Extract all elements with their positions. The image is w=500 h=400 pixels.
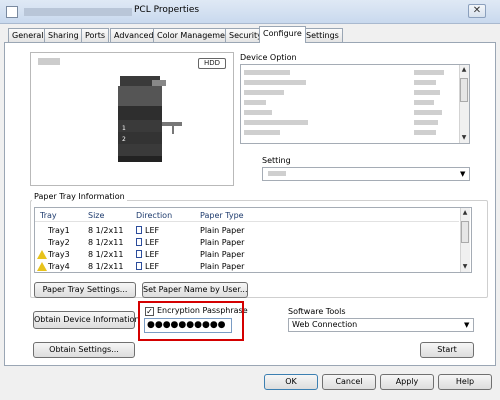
list-item[interactable] [244, 110, 272, 115]
device-option-label: Device Option [240, 53, 297, 62]
highlight-box [138, 301, 244, 341]
list-item-value [414, 110, 442, 115]
list-item[interactable] [244, 120, 308, 125]
list-item-value [414, 90, 440, 95]
list-item-value [414, 120, 438, 125]
paper-tray-group-label: Paper Tray Information [32, 192, 127, 201]
window-title: PCL Properties [134, 5, 200, 15]
paper-direction-icon [136, 262, 142, 270]
tab-ports[interactable]: Ports [81, 28, 110, 42]
warning-icon [37, 250, 47, 259]
chevron-down-icon[interactable]: ▼ [460, 168, 465, 180]
column-header-size[interactable]: Size [88, 211, 104, 220]
table-cell-direction: LEF [145, 226, 160, 235]
table-cell-paper-type: Plain Paper [200, 226, 245, 235]
list-item-value [414, 70, 444, 75]
column-header-paper-type[interactable]: Paper Type [200, 211, 244, 220]
paper-direction-icon [136, 238, 142, 246]
title-printer-name-redacted [24, 8, 132, 16]
tab-configure[interactable]: Configure [259, 26, 306, 43]
table-cell-size: 8 1/2x11 [88, 238, 124, 247]
list-item[interactable] [244, 70, 290, 75]
help-button[interactable]: Help [438, 374, 492, 390]
list-item-value [414, 100, 434, 105]
table-cell-tray[interactable]: Tray4 [48, 262, 70, 271]
list-item-value [414, 80, 436, 85]
paper-direction-icon [136, 250, 142, 258]
table-cell-tray[interactable]: Tray2 [48, 238, 70, 247]
scroll-up-icon[interactable]: ▲ [459, 65, 469, 75]
list-item[interactable] [244, 80, 306, 85]
scroll-down-icon[interactable]: ▼ [459, 133, 469, 143]
software-tools-label: Software Tools [288, 307, 346, 316]
setting-value-redacted [268, 171, 286, 176]
table-cell-paper-type: Plain Paper [200, 250, 245, 259]
list-item[interactable] [244, 90, 284, 95]
obtain-settings-button[interactable]: Obtain Settings... [33, 342, 135, 358]
printer-app-icon [6, 6, 18, 18]
column-header-tray[interactable]: Tray [40, 211, 57, 220]
cancel-button[interactable]: Cancel [322, 374, 376, 390]
chevron-down-icon[interactable]: ▼ [464, 319, 469, 331]
tab-general[interactable]: General [8, 28, 48, 42]
tab-advanced[interactable]: Advanced [110, 28, 158, 42]
setting-label: Setting [262, 156, 291, 165]
preview-model-redacted [38, 58, 60, 65]
close-icon[interactable]: ✕ [468, 4, 486, 18]
scroll-up-icon[interactable]: ▲ [460, 208, 470, 218]
table-cell-direction: LEF [145, 250, 160, 259]
apply-button[interactable]: Apply [380, 374, 434, 390]
table-cell-size: 8 1/2x11 [88, 226, 124, 235]
setting-dropdown[interactable] [262, 167, 470, 181]
printer-illustration: 1 2 [118, 76, 182, 162]
scroll-thumb[interactable] [460, 78, 468, 102]
table-cell-size: 8 1/2x11 [88, 250, 124, 259]
set-paper-name-button[interactable]: Set Paper Name by User... [142, 282, 248, 298]
software-tools-dropdown[interactable]: Web Connection [288, 318, 474, 332]
svg-text:2: 2 [122, 136, 126, 143]
ok-button[interactable]: OK [264, 374, 318, 390]
warning-icon [37, 262, 47, 271]
table-cell-tray[interactable]: Tray3 [48, 250, 70, 259]
list-item[interactable] [244, 100, 266, 105]
column-header-direction[interactable]: Direction [136, 211, 172, 220]
svg-text:1: 1 [122, 125, 126, 132]
tab-settings[interactable]: Settings [302, 28, 343, 42]
device-option-scrollbar[interactable] [459, 65, 469, 143]
list-item-value [414, 130, 436, 135]
hdd-icon: HDD [198, 58, 226, 69]
paper-tray-settings-button[interactable]: Paper Tray Settings... [34, 282, 136, 298]
header-divider [35, 221, 459, 222]
list-item[interactable] [244, 130, 280, 135]
tab-sharing[interactable]: Sharing [44, 28, 83, 42]
paper-direction-icon [136, 226, 142, 234]
start-button[interactable]: Start [420, 342, 474, 358]
table-cell-size: 8 1/2x11 [88, 262, 124, 271]
table-cell-paper-type: Plain Paper [200, 238, 245, 247]
table-cell-paper-type: Plain Paper [200, 262, 245, 271]
table-cell-tray[interactable]: Tray1 [48, 226, 70, 235]
table-cell-direction: LEF [145, 238, 160, 247]
scroll-down-icon[interactable]: ▼ [460, 262, 470, 272]
table-cell-direction: LEF [145, 262, 160, 271]
obtain-device-information-button[interactable]: Obtain Device Information [33, 311, 139, 329]
scroll-thumb[interactable] [461, 221, 469, 243]
